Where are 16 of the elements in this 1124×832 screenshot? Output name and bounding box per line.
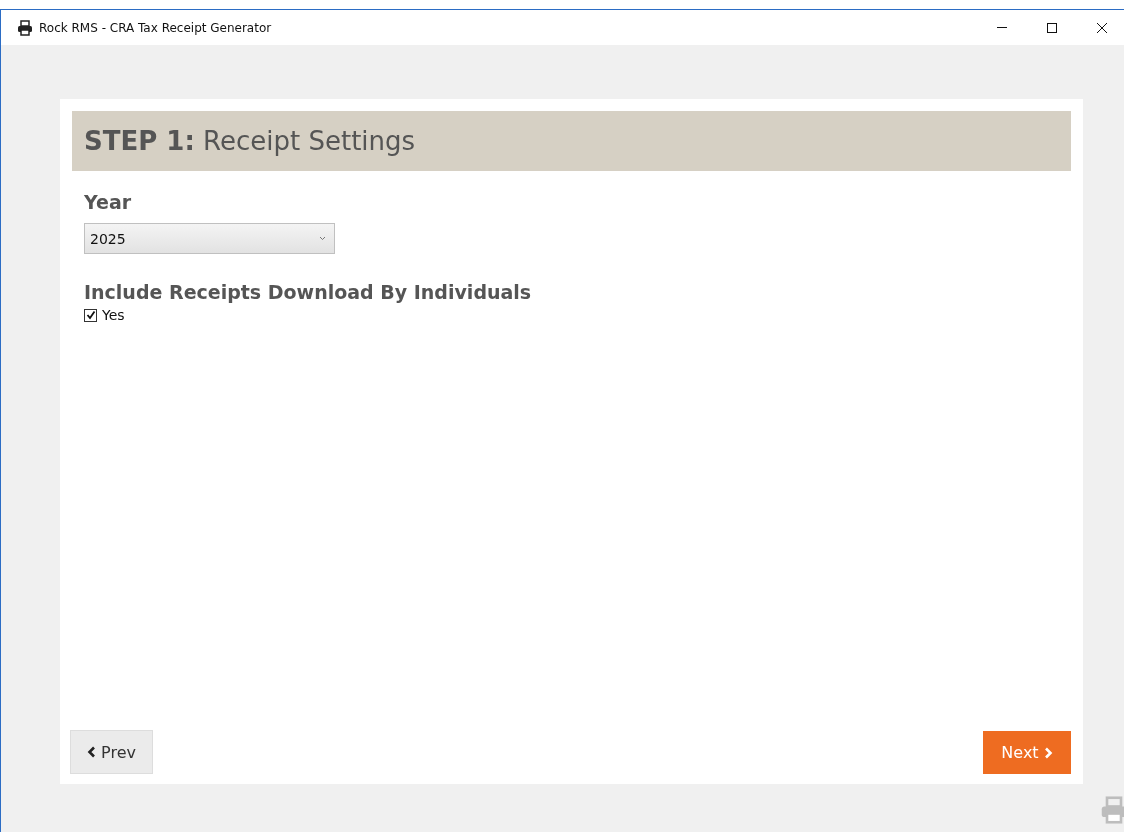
checkmark-icon	[85, 310, 96, 320]
yes-checkbox[interactable]: Yes	[84, 307, 125, 323]
field-label: Year	[84, 191, 132, 213]
step-title: STEP 1: Receipt Settings	[84, 126, 416, 156]
prev-button[interactable]: Prev	[70, 730, 153, 774]
window-title: Rock RMS - CRA Tax Receipt Generator	[39, 20, 273, 35]
close-icon	[1096, 21, 1108, 34]
chevron-left-icon	[87, 746, 97, 758]
minimize-icon	[997, 27, 1007, 28]
caret-icon	[319, 236, 326, 241]
chevron-right-icon	[1043, 746, 1053, 759]
printer-icon	[17, 19, 33, 36]
maximize-icon	[1046, 21, 1058, 34]
printer-icon	[1100, 796, 1124, 824]
field-label: Include Receipts Download By Individuals	[84, 281, 532, 303]
year-dropdown[interactable]: 2025	[84, 223, 335, 254]
